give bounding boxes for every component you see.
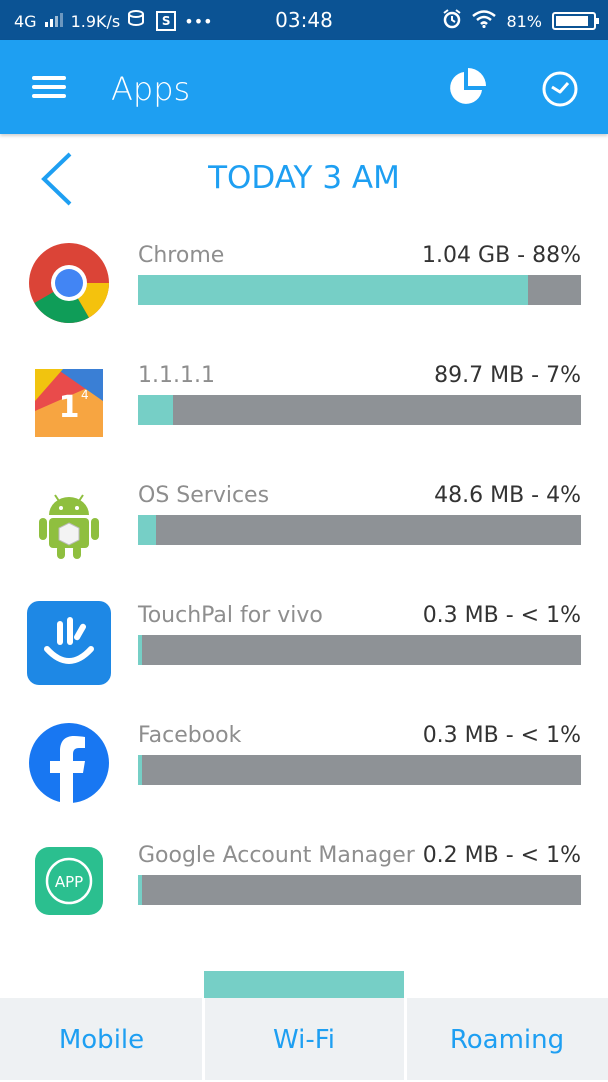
page-title: Apps <box>111 70 191 108</box>
app-row[interactable]: Chrome 1.04 GB - 88% <box>0 201 608 323</box>
battery-percent: 81% <box>506 11 542 31</box>
svg-text:4: 4 <box>81 388 89 402</box>
battery-icon <box>552 12 599 30</box>
usage-bar-fill <box>138 515 156 545</box>
app-usage: 0.3 MB - < 1% <box>422 723 581 748</box>
android-icon <box>27 481 111 565</box>
status-right: 81% <box>442 9 599 33</box>
app-usage: 0.3 MB - < 1% <box>422 603 581 628</box>
app-usage: 89.7 MB - 7% <box>434 363 581 388</box>
app-name: Chrome <box>138 243 225 268</box>
app-name: Google Account Manager <box>138 843 415 868</box>
facebook-icon <box>27 721 111 805</box>
status-bar: 4G 1.9K/s S ••• 03:48 81% <box>0 0 608 40</box>
svg-text:APP: APP <box>55 873 83 891</box>
app-name: OS Services <box>138 483 270 508</box>
app-name: 1.1.1.1 <box>138 363 215 388</box>
app-usage: 48.6 MB - 4% <box>434 483 581 508</box>
app-name: Facebook <box>138 723 242 748</box>
app-row[interactable]: APP Google Account Manager 0.2 MB - < 1% <box>0 801 608 921</box>
pie-chart-icon[interactable] <box>446 68 486 112</box>
usage-bar <box>138 635 581 665</box>
app-row[interactable]: OS Services 48.6 MB - 4% <box>0 441 608 561</box>
tab-divider <box>202 998 205 1080</box>
app-usage: 0.2 MB - < 1% <box>422 843 581 868</box>
usage-bar <box>138 515 581 545</box>
app-name: TouchPal for vivo <box>138 603 323 628</box>
touchpal-icon <box>27 601 111 685</box>
clock-icon[interactable] <box>541 70 579 112</box>
bottom-tabs: Mobile Wi-Fi Roaming <box>0 998 608 1080</box>
tab-wifi[interactable]: Wi-Fi <box>204 998 404 1080</box>
app-row[interactable]: 1 4 1.1.1.1 89.7 MB - 7% <box>0 321 608 441</box>
usage-bar-fill <box>138 395 173 425</box>
selected-tab-indicator <box>204 971 404 998</box>
usage-bar <box>138 275 581 305</box>
usage-bar-fill <box>138 275 528 305</box>
chrome-icon <box>27 241 111 325</box>
tab-divider <box>404 998 407 1080</box>
usage-bar-fill <box>138 875 142 905</box>
period-title: TODAY 3 AM <box>208 160 400 196</box>
usage-bar-fill <box>138 755 142 785</box>
usage-bar-fill <box>138 635 142 665</box>
one-one-one-one-icon: 14 <box>27 361 111 445</box>
app-row[interactable]: Facebook 0.3 MB - < 1% <box>0 681 608 803</box>
usage-bar <box>138 755 581 785</box>
app-bar: Apps <box>0 40 608 134</box>
tab-mobile[interactable]: Mobile <box>0 998 203 1080</box>
wifi-icon <box>472 10 497 32</box>
app-icon: APP <box>27 841 111 925</box>
alarm-icon <box>442 9 462 33</box>
usage-bar <box>138 875 581 905</box>
tab-roaming[interactable]: Roaming <box>406 998 608 1080</box>
app-usage: 1.04 GB - 88% <box>422 243 581 268</box>
app-row[interactable]: TouchPal for vivo 0.3 MB - < 1% <box>0 561 608 685</box>
svg-text:1: 1 <box>59 390 80 425</box>
menu-icon[interactable] <box>32 76 66 98</box>
usage-bar <box>138 395 581 425</box>
